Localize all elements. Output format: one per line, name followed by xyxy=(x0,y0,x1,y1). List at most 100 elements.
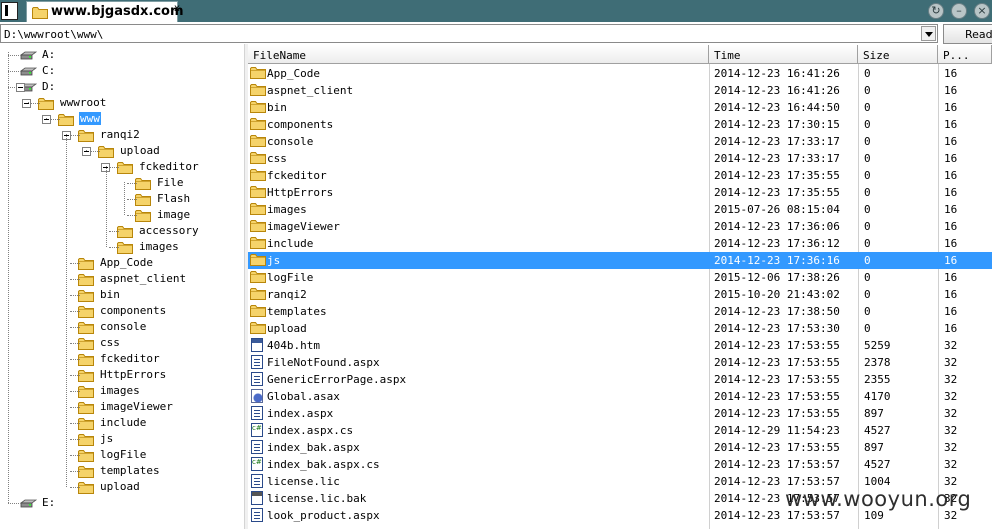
tree-connector xyxy=(8,71,19,72)
table-row[interactable]: index.aspx 2014-12-23 17:53:55 897 32 xyxy=(248,405,992,422)
cell-time: 2014-12-23 17:53:55 xyxy=(714,373,840,386)
cell-time: 2014-12-23 17:53:55 xyxy=(714,441,840,454)
tree-connector xyxy=(70,407,80,408)
table-row[interactable]: upload 2014-12-23 17:53:30 0 16 xyxy=(248,320,992,337)
folder-icon xyxy=(78,369,94,385)
cell-size: 0 xyxy=(864,203,871,216)
table-row[interactable]: imageViewer 2014-12-23 17:36:06 0 16 xyxy=(248,218,992,235)
cell-p: 16 xyxy=(944,237,958,250)
read-button[interactable]: Read xyxy=(943,24,992,44)
table-row[interactable]: GenericErrorPage.aspx 2014-12-23 17:53:55… xyxy=(248,371,992,388)
folder-icon xyxy=(250,168,266,184)
folder-icon xyxy=(250,83,266,99)
table-row[interactable]: images 2015-07-26 08:15:04 0 16 xyxy=(248,201,992,218)
tree-connector xyxy=(109,247,119,248)
table-row[interactable]: App_Code 2014-12-23 16:41:26 0 16 xyxy=(248,65,992,82)
cell-filename: index.aspx.cs xyxy=(267,424,354,437)
title-bar: www.bjgasdx.com x ↻ – × xyxy=(0,0,992,22)
table-row[interactable]: FileNotFound.aspx 2014-12-23 17:53:55 2378… xyxy=(248,354,992,371)
cell-filename: index.aspx xyxy=(267,407,334,420)
collapse-toggle-icon[interactable] xyxy=(82,147,91,156)
folder-icon xyxy=(78,337,94,353)
table-row[interactable]: css 2014-12-23 17:33:17 0 16 xyxy=(248,150,992,167)
path-input[interactable]: D:\wwwroot\www\ xyxy=(4,28,103,41)
collapse-toggle-icon[interactable] xyxy=(42,115,51,124)
cell-time: 2014-12-23 17:53:55 xyxy=(714,356,840,369)
lic-file-icon xyxy=(251,474,263,488)
chevron-down-icon[interactable] xyxy=(921,26,936,41)
table-row[interactable]: components 2014-12-23 17:30:15 0 16 xyxy=(248,116,992,133)
cell-filename: license.lic.bak xyxy=(267,492,367,505)
table-row[interactable]: HttpErrors 2014-12-23 17:35:55 0 16 xyxy=(248,184,992,201)
refresh-button[interactable]: ↻ xyxy=(928,3,944,19)
tree-guide-line xyxy=(106,166,107,247)
table-row[interactable]: logFile 2015-12-06 17:38:26 0 16 xyxy=(248,269,992,286)
table-row[interactable]: index_bak.aspx 2014-12-23 17:53:55 897 32 xyxy=(248,439,992,456)
close-button[interactable]: × xyxy=(974,3,990,19)
table-row[interactable]: js 2014-12-23 17:36:16 0 16 xyxy=(248,252,992,269)
table-row[interactable]: templates 2014-12-23 17:38:50 0 16 xyxy=(248,303,992,320)
table-row[interactable]: console 2014-12-23 17:33:17 0 16 xyxy=(248,133,992,150)
cell-size: 897 xyxy=(864,407,884,420)
tree-guide-line xyxy=(28,102,29,103)
cell-size: 0 xyxy=(864,322,871,335)
table-row[interactable]: bin 2014-12-23 16:44:50 0 16 xyxy=(248,99,992,116)
cell-size: 4527 xyxy=(864,458,891,471)
table-row[interactable]: ranqi2 2015-10-20 21:43:02 0 16 xyxy=(248,286,992,303)
column-header-filename[interactable]: FileName xyxy=(248,45,709,64)
cell-size: 0 xyxy=(864,254,871,267)
folder-icon xyxy=(78,289,94,305)
cell-time: 2014-12-23 17:53:30 xyxy=(714,322,840,335)
column-header-size[interactable]: Size xyxy=(858,45,938,64)
tree-connector xyxy=(70,311,80,312)
cell-size: 897 xyxy=(864,441,884,454)
tree-item-label: App_Code xyxy=(100,256,153,269)
table-row[interactable]: aspnet_client 2014-12-23 16:41:26 0 16 xyxy=(248,82,992,99)
tree-item-label: imageViewer xyxy=(100,400,173,413)
tab-site[interactable]: www.bjgasdx.com x xyxy=(26,1,184,22)
cell-time: 2014-12-23 17:36:16 xyxy=(714,254,840,267)
tree-connector xyxy=(50,119,60,120)
column-header-time[interactable]: Time xyxy=(709,45,858,64)
path-combobox[interactable]: D:\wwwroot\www\ xyxy=(0,24,938,43)
cell-time: 2014-12-23 17:36:06 xyxy=(714,220,840,233)
minimize-button[interactable]: – xyxy=(951,3,967,19)
cell-time: 2014-12-23 17:30:15 xyxy=(714,118,840,131)
aspx-file-icon xyxy=(251,440,263,454)
folder-icon xyxy=(250,236,266,252)
table-row[interactable]: index_bak.aspx.cs 2014-12-23 17:53:57 4527… xyxy=(248,456,992,473)
table-row[interactable]: Global.asax 2014-12-23 17:53:55 4170 32 xyxy=(248,388,992,405)
cell-p: 32 xyxy=(944,373,958,386)
tree-item-label: upload xyxy=(120,144,160,157)
tab-close-icon[interactable]: x xyxy=(174,3,180,14)
cell-filename: Global.asax xyxy=(267,390,340,403)
table-row[interactable]: include 2014-12-23 17:36:12 0 16 xyxy=(248,235,992,252)
folder-icon xyxy=(78,353,94,369)
folder-icon xyxy=(250,219,266,235)
collapse-toggle-icon[interactable] xyxy=(16,83,25,92)
table-row[interactable]: 404b.htm 2014-12-23 17:53:55 5259 32 xyxy=(248,337,992,354)
cell-size: 0 xyxy=(864,135,871,148)
cell-p: 32 xyxy=(944,339,958,352)
cell-p: 16 xyxy=(944,118,958,131)
file-list[interactable]: FileName Time Size P... App_Code 2014-12-… xyxy=(248,44,992,529)
folder-icon xyxy=(250,134,266,150)
cell-p: 16 xyxy=(944,67,958,80)
cell-size: 0 xyxy=(864,67,871,80)
cell-filename: logFile xyxy=(267,271,314,284)
cell-p: 16 xyxy=(944,220,958,233)
table-row[interactable]: fckeditor 2014-12-23 17:35:55 0 16 xyxy=(248,167,992,184)
collapse-toggle-icon[interactable] xyxy=(22,99,31,108)
folder-icon xyxy=(58,113,74,129)
column-header-p[interactable]: P... xyxy=(938,45,992,64)
system-menu-button[interactable] xyxy=(1,2,18,20)
table-row[interactable]: index.aspx.cs 2014-12-29 11:54:23 4527 32 xyxy=(248,422,992,439)
cell-time: 2014-12-23 17:53:55 xyxy=(714,390,840,403)
folder-tree[interactable]: A: C: D: wwwroot www ranqi2 upload fckeditor Fil… xyxy=(0,44,244,529)
folder-icon xyxy=(78,465,94,481)
cell-time: 2014-12-23 17:33:17 xyxy=(714,135,840,148)
tree-item-label: css xyxy=(100,336,120,349)
cell-filename: include xyxy=(267,237,314,250)
folder-icon xyxy=(78,417,94,433)
tree-connector xyxy=(70,343,80,344)
